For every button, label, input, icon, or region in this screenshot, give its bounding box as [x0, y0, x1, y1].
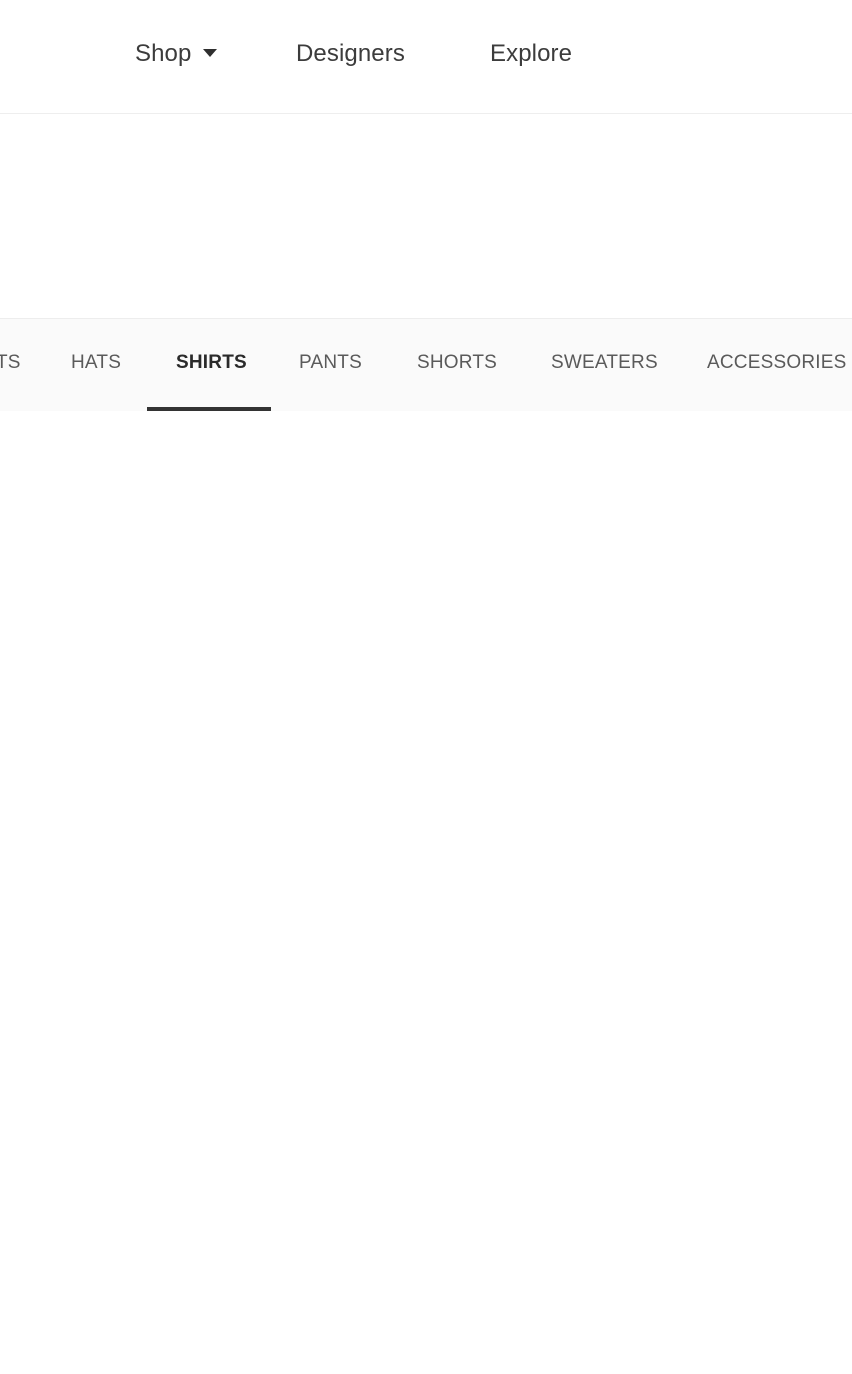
nav-explore-link[interactable]: Explore: [490, 38, 572, 70]
tab-pants[interactable]: PANTS: [299, 319, 362, 411]
top-navigation: Shop Designers Explore: [0, 0, 852, 114]
product-content-area: [0, 411, 852, 1374]
tab-shirts[interactable]: SHIRTS: [176, 319, 247, 411]
page: Shop Designers Explore TS HATS SHIRTS PA…: [0, 0, 852, 1374]
banner-area: [0, 114, 852, 318]
nav-shop-label: Shop: [135, 40, 192, 67]
tab-sweaters[interactable]: SWEATERS: [551, 319, 658, 411]
tab-hats[interactable]: HATS: [71, 319, 121, 411]
nav-designers-link[interactable]: Designers: [296, 38, 405, 70]
nav-shop-menu[interactable]: Shop: [135, 38, 218, 70]
category-tab-bar: TS HATS SHIRTS PANTS SHORTS SWEATERS ACC…: [0, 318, 852, 412]
tab-accessories[interactable]: ACCESSORIES: [707, 319, 846, 411]
caret-down-icon: [203, 48, 218, 57]
tab-shorts[interactable]: SHORTS: [417, 319, 497, 411]
tab-partial[interactable]: TS: [0, 319, 21, 411]
